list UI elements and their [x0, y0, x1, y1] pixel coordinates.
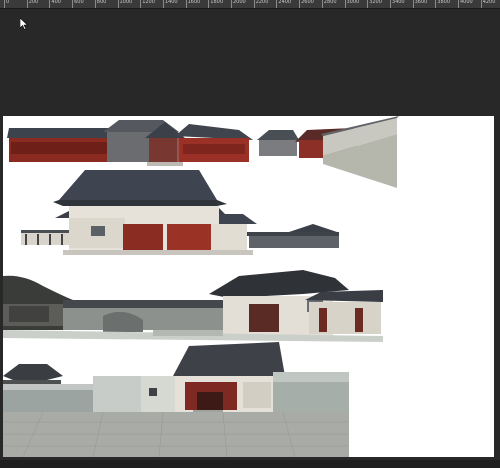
ruler-label: 3800 [437, 0, 451, 5]
ruler-label: 600 [74, 0, 84, 5]
ruler-label: 2800 [323, 0, 337, 5]
ruler-tick [162, 0, 164, 8]
ruler-tick [26, 0, 28, 8]
ruler-tick [49, 0, 51, 8]
ruler-label: 4000 [460, 0, 473, 5]
ruler-label: 1400 [164, 0, 178, 5]
ruler-label: 2400 [278, 0, 292, 5]
ruler-label: 200 [28, 0, 39, 5]
ruler-label: 1600 [187, 0, 201, 5]
ruler-tick [321, 0, 323, 8]
building-strip-4[interactable] [3, 342, 353, 457]
ruler-label: 1000 [119, 0, 133, 5]
ruler-tick [72, 0, 74, 8]
ruler-label: 1200 [142, 0, 155, 5]
ruler-tick [412, 0, 414, 8]
ruler-tick [140, 0, 142, 8]
ruler-tick [117, 0, 119, 8]
ruler-tick [344, 0, 346, 8]
ruler-tick [458, 0, 459, 8]
ruler-tick [367, 0, 369, 8]
building-strip-2[interactable] [3, 166, 403, 258]
ruler-tick [276, 0, 278, 8]
ruler-tick [94, 0, 96, 8]
ruler-label: 4200 [482, 0, 496, 5]
ruler-tick [4, 0, 5, 8]
ruler-label: 800 [96, 0, 107, 5]
ruler-tick [208, 0, 210, 8]
ruler-tick [389, 0, 391, 8]
ruler-label: 3600 [414, 0, 428, 5]
ruler-label: 2000 [233, 0, 246, 5]
ruler-label: 2200 [255, 0, 269, 5]
ruler-label: 3000 [346, 0, 360, 5]
ruler-label: 3200 [369, 0, 382, 5]
ruler-label: 2600 [301, 0, 314, 5]
ruler-label: 3400 [391, 0, 405, 5]
ruler-tick [231, 0, 232, 8]
mouse-pointer-icon [19, 15, 29, 34]
ruler-label: 0 [6, 0, 10, 5]
building-strip-3[interactable] [3, 256, 403, 346]
horizontal-scrollbar[interactable] [0, 460, 500, 468]
ruler-tick [185, 0, 187, 8]
horizontal-ruler[interactable]: 0 200 400 600 800 1000 1200 1400 1600 1800 2000 220… [0, 0, 500, 9]
ruler-tick [435, 0, 437, 8]
ruler-label: 400 [51, 0, 61, 5]
ruler-tick [253, 0, 255, 8]
ruler-tick [480, 0, 482, 8]
ruler-label: 1800 [210, 0, 224, 5]
ruler-tick [299, 0, 301, 8]
document-canvas[interactable] [3, 116, 494, 457]
